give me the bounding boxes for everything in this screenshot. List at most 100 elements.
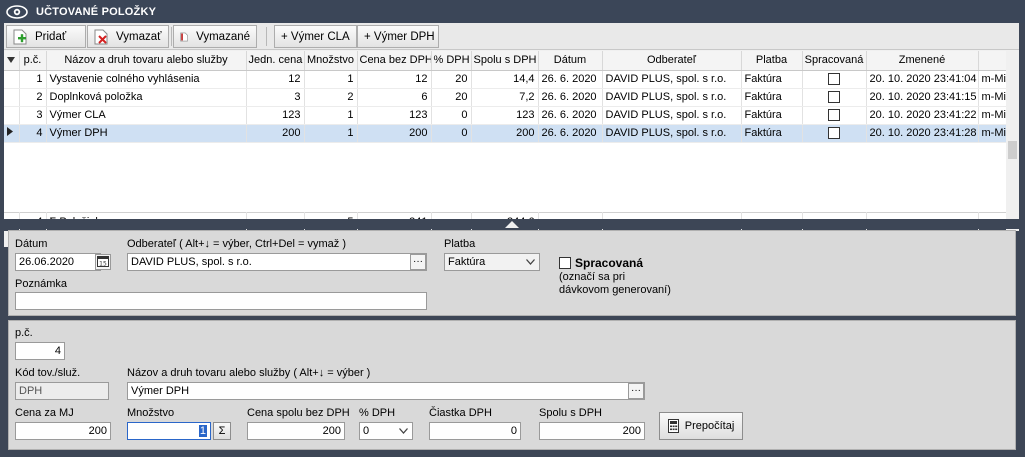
- processed-checkbox[interactable]: [828, 91, 840, 104]
- toolbar: Pridať Vymazať Vymazané + Výmer CLA + Vý…: [4, 23, 1019, 50]
- row-indicator[interactable]: [4, 124, 20, 143]
- cell-price-wo-vat: 200: [357, 124, 432, 143]
- window-title: UČTOVANÉ POLOŽKY: [36, 5, 157, 18]
- customer-field[interactable]: DAVID PLUS, spol. s r.o.: [127, 253, 427, 271]
- recalculate-button[interactable]: Prepočítaj: [659, 412, 743, 440]
- item-detail-form: p.č. 4 Kód tov./služ. DPH Názov a druh t…: [8, 320, 1016, 450]
- vertical-scrollbar[interactable]: [1006, 51, 1019, 231]
- item-lookup-button[interactable]: ···: [628, 383, 644, 399]
- cell-processed[interactable]: [802, 88, 867, 107]
- processed-checkbox[interactable]: [828, 127, 840, 140]
- total-wo-vat-field[interactable]: 200: [247, 422, 345, 440]
- cell-customer: DAVID PLUS, spol. s r.o.: [602, 106, 742, 125]
- vat-pct-select[interactable]: 0: [359, 422, 413, 440]
- delete-button-label: Vymazať: [116, 30, 162, 43]
- table-row[interactable]: 1 Vystavenie colného vyhlásenia 12 1 12 …: [4, 70, 1007, 89]
- deleted-items-button-label: Vymazané: [196, 30, 250, 43]
- ellipsis-icon: ···: [413, 256, 423, 267]
- cell-payment: Faktúra: [741, 106, 803, 125]
- cell-date: 26. 6. 2020: [538, 70, 603, 89]
- payment-label: Platba: [444, 238, 476, 250]
- vat-amount-field[interactable]: 0: [429, 422, 521, 440]
- cell-processed[interactable]: [802, 124, 867, 143]
- cell-vat-pct: 20: [431, 70, 472, 89]
- add-dph-button[interactable]: + Výmer DPH: [357, 25, 439, 48]
- table-row[interactable]: 3 Výmer CLA 123 1 123 0 123 26. 6. 2020 …: [4, 106, 1007, 125]
- panel-splitter[interactable]: [0, 219, 1025, 229]
- pc-field[interactable]: 4: [15, 342, 65, 360]
- add-cla-button[interactable]: + Výmer CLA: [274, 25, 357, 48]
- cell-vat-pct: 20: [431, 88, 472, 107]
- cell-extra: m-Mic: [978, 88, 1007, 107]
- processed-hint-line-2: dávkovom generovaní): [559, 284, 671, 296]
- svg-text:15: 15: [99, 261, 107, 268]
- row-indicator[interactable]: [4, 106, 20, 125]
- payment-selected-value: Faktúra: [448, 256, 486, 268]
- cell-payment: Faktúra: [741, 70, 803, 89]
- item-name-field[interactable]: Výmer DPH: [127, 382, 645, 400]
- splitter-grip-icon: [505, 221, 519, 228]
- date-field[interactable]: 26.06.2020: [15, 253, 101, 271]
- column-header[interactable]: [978, 51, 1007, 71]
- calendar-icon: 15: [97, 256, 109, 268]
- total-with-vat-field[interactable]: 200: [539, 422, 645, 440]
- cell-processed[interactable]: [802, 106, 867, 125]
- cell-total: 123: [471, 106, 539, 125]
- cell-price-wo-vat: 12: [357, 70, 432, 89]
- add-button[interactable]: Pridať: [6, 25, 86, 48]
- column-header[interactable]: Dátum: [538, 51, 603, 71]
- column-header[interactable]: p.č.: [19, 51, 47, 71]
- processed-checkbox[interactable]: [559, 257, 571, 269]
- column-header[interactable]: Zmenené: [866, 51, 979, 71]
- column-header[interactable]: Platba: [741, 51, 803, 71]
- column-header[interactable]: Odberateľ: [602, 51, 742, 71]
- column-header[interactable]: Spolu s DPH: [471, 51, 539, 71]
- processed-hint-line-1: (označí sa pri: [559, 271, 626, 283]
- cell-name: Vystavenie colného vyhlásenia: [46, 70, 247, 89]
- note-field[interactable]: [15, 292, 427, 310]
- cell-vat-pct: 0: [431, 124, 472, 143]
- column-header[interactable]: Cena bez DPH: [357, 51, 432, 71]
- delete-button[interactable]: Vymazať: [87, 25, 169, 48]
- row-indicator[interactable]: [4, 88, 20, 107]
- total-wo-vat-label: Cena spolu bez DPH: [247, 407, 350, 419]
- cell-changed: 20. 10. 2020 23:41:22: [866, 106, 979, 125]
- quantity-label: Množstvo: [127, 407, 175, 419]
- vat-pct-label: % DPH: [359, 407, 396, 419]
- cell-qty: 1: [304, 70, 358, 89]
- sum-button[interactable]: Σ: [213, 422, 231, 440]
- cell-pc: 2: [19, 88, 47, 107]
- cell-pc: 1: [19, 70, 47, 89]
- ellipsis-icon: ···: [631, 385, 641, 396]
- quantity-value: 1: [198, 425, 207, 437]
- column-header[interactable]: Jedn. cena: [246, 51, 305, 71]
- table-row[interactable]: 2 Doplnková položka 3 2 6 20 7,2 26. 6. …: [4, 88, 1007, 107]
- column-header[interactable]: % DPH: [431, 51, 472, 71]
- customer-lookup-button[interactable]: ···: [410, 254, 426, 270]
- vat-amount-label: Čiastka DPH: [429, 407, 492, 419]
- calendar-button[interactable]: 15: [95, 254, 111, 270]
- column-header[interactable]: Spracovaná: [802, 51, 867, 71]
- vertical-scrollbar-thumb[interactable]: [1008, 141, 1017, 159]
- cell-customer: DAVID PLUS, spol. s r.o.: [602, 70, 742, 89]
- column-header[interactable]: Množstvo: [304, 51, 358, 71]
- code-field[interactable]: DPH: [15, 382, 109, 400]
- cell-qty: 1: [304, 106, 358, 125]
- quantity-field[interactable]: 1: [127, 422, 211, 440]
- row-indicator[interactable]: [4, 70, 20, 89]
- column-header[interactable]: Názov a druh tovaru alebo služby: [46, 51, 247, 71]
- calculator-icon: [667, 419, 679, 433]
- cell-name: Výmer DPH: [46, 124, 247, 143]
- cell-payment: Faktúra: [741, 88, 803, 107]
- deleted-items-button[interactable]: Vymazané: [173, 25, 257, 48]
- processed-checkbox[interactable]: [828, 109, 840, 122]
- row-indicator-header[interactable]: [4, 51, 20, 71]
- unit-price-field[interactable]: 200: [15, 422, 111, 440]
- recalculate-button-label: Prepočítaj: [684, 420, 735, 432]
- cell-processed[interactable]: [802, 70, 867, 89]
- items-panel: Pridať Vymazať Vymazané + Výmer CLA + Vý…: [4, 23, 1019, 247]
- payment-select[interactable]: Faktúra: [444, 253, 540, 271]
- processed-checkbox[interactable]: [828, 73, 840, 86]
- cell-changed: 20. 10. 2020 23:41:28: [866, 124, 979, 143]
- table-row-selected[interactable]: 4 Výmer DPH 200 1 200 0 200 26. 6. 2020 …: [4, 124, 1007, 143]
